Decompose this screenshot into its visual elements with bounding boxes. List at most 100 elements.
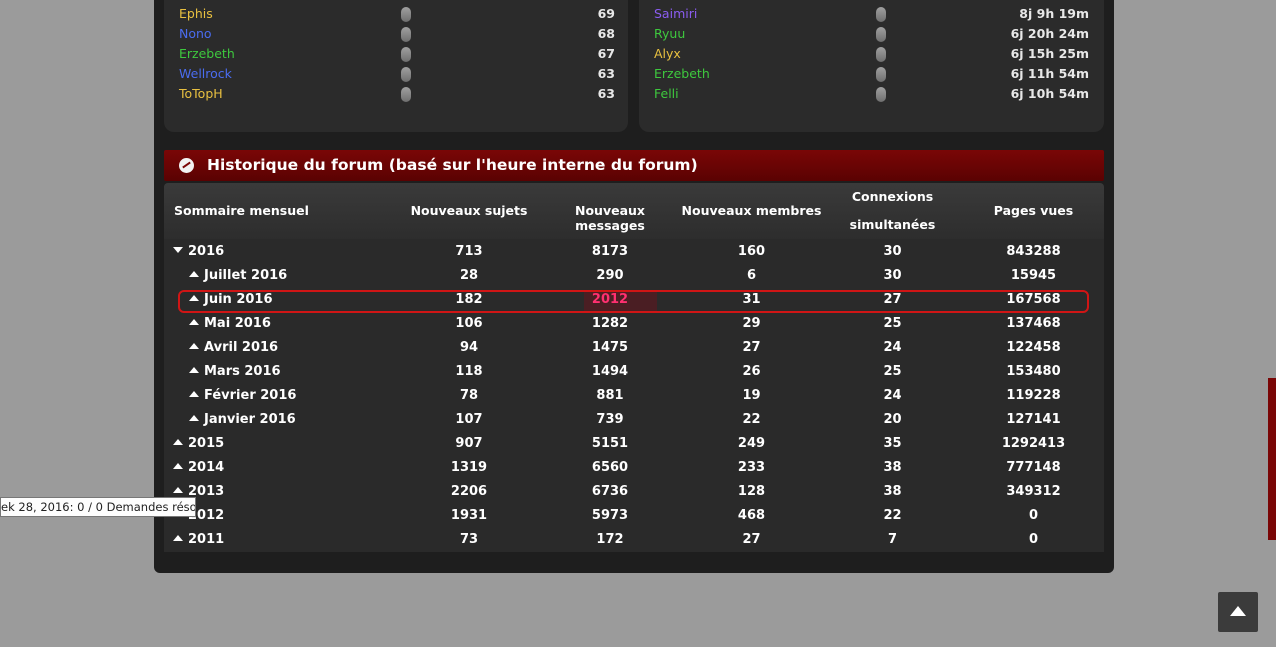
cell-messages: 172: [596, 532, 624, 547]
cell-messages: 1494: [591, 364, 629, 379]
username-link[interactable]: ToTopH: [179, 84, 223, 104]
table-row[interactable]: 2013 2206 6736 128 38 349312: [164, 480, 1104, 504]
period-toggle[interactable]: Juin 2016: [189, 288, 273, 312]
top-poster-row: Nono 68: [164, 24, 615, 44]
cell-pages: 167568: [1006, 292, 1061, 307]
period-toggle[interactable]: Juillet 2016: [189, 264, 287, 288]
header-pages: Pages vues: [993, 203, 1074, 218]
username-link[interactable]: Wellrock: [179, 64, 232, 84]
caret-up-icon: [173, 534, 183, 541]
caret-up-icon: [173, 486, 183, 493]
period-label: Avril 2016: [204, 340, 279, 355]
table-row[interactable]: Mai 2016 106 1282 29 25 137468: [164, 312, 1104, 336]
caret-down-icon: [173, 246, 183, 253]
cell-members: 6: [746, 268, 757, 283]
username-link[interactable]: Ryuu: [654, 24, 685, 44]
header-topics: Nouveaux sujets: [410, 203, 528, 218]
section-header: Historique du forum (basé sur l'heure in…: [164, 150, 1104, 181]
period-toggle[interactable]: Mai 2016: [189, 312, 271, 336]
table-row[interactable]: Février 2016 78 881 19 24 119228: [164, 384, 1104, 408]
cell-pages: 137468: [1006, 316, 1061, 331]
table-row[interactable]: Mars 2016 118 1494 26 25 153480: [164, 360, 1104, 384]
cell-topics: 28: [459, 268, 479, 283]
table-header: Sommaire mensuel Nouveaux sujets Nouveau…: [164, 183, 1104, 239]
username-link[interactable]: Felli: [654, 84, 679, 104]
cell-pages: 0: [1028, 532, 1039, 547]
stat-value: 67: [597, 46, 615, 61]
cell-connections: 25: [883, 364, 902, 379]
username-link[interactable]: Nono: [179, 24, 212, 44]
cell-members: 22: [742, 412, 761, 427]
table-row[interactable]: 2016 713 8173 160 30 843288: [164, 240, 1104, 264]
cell-topics: 78: [459, 388, 479, 403]
top-posters-panel: Ephis 69 Nono 68 Erzebeth 67 Wellrock 63 ToTopH 6…: [164, 0, 628, 132]
period-label: 2011: [188, 532, 225, 547]
period-toggle[interactable]: Février 2016: [189, 384, 296, 408]
period-label: Mai 2016: [204, 316, 271, 331]
table-row[interactable]: Juin 2016 182 2012 31 27 167568: [164, 288, 1104, 312]
cell-pages: 153480: [1006, 364, 1061, 379]
cell-pages: 777148: [1006, 460, 1061, 475]
table-row[interactable]: Juillet 2016 28 290 6 30 15945: [164, 264, 1104, 288]
table-row[interactable]: Avril 2016 94 1475 27 24 122458: [164, 336, 1104, 360]
cell-topics: 182: [455, 292, 483, 307]
cell-connections: 22: [883, 508, 902, 523]
caret-up-icon: [173, 438, 183, 445]
caret-up-icon: [173, 462, 183, 469]
cell-connections: 38: [883, 460, 902, 475]
cell-members: 27: [742, 532, 761, 547]
table-row[interactable]: 2014 1319 6560 233 38 777148: [164, 456, 1104, 480]
tooltip: ek 28, 2016: 0 / 0 Demandes résolues.: [0, 497, 196, 517]
username-link[interactable]: Saimiri: [654, 4, 697, 24]
stat-value: 6j 11h 54m: [1010, 66, 1089, 81]
caret-up-icon: [189, 342, 199, 349]
cell-topics: 907: [455, 436, 483, 451]
period-toggle[interactable]: 2011: [173, 528, 224, 552]
period-toggle[interactable]: Janvier 2016: [189, 408, 296, 432]
period-toggle[interactable]: 2014: [173, 456, 224, 480]
period-label: Juin 2016: [204, 292, 273, 307]
top-online-row: Felli 6j 10h 54m: [639, 84, 1089, 104]
period-toggle[interactable]: Avril 2016: [189, 336, 278, 360]
side-accent: [1268, 378, 1276, 540]
table-row[interactable]: Janvier 2016 107 739 22 20 127141: [164, 408, 1104, 432]
cell-members: 160: [737, 244, 766, 259]
username-link[interactable]: Erzebeth: [654, 64, 710, 84]
tooltip-text: ek 28, 2016: 0 / 0 Demandes résolues.: [1, 500, 196, 514]
cell-topics: 107: [455, 412, 483, 427]
username-link[interactable]: Alyx: [654, 44, 681, 64]
stat-value: 69: [597, 6, 615, 21]
progress-bar: [401, 7, 411, 22]
table-row[interactable]: 2015 907 5151 249 35 1292413: [164, 432, 1104, 456]
period-toggle[interactable]: 2015: [173, 432, 224, 456]
cell-messages: 1475: [591, 340, 629, 355]
cell-pages: 1292413: [1001, 436, 1066, 451]
cell-topics: 118: [455, 364, 483, 379]
stat-value: 8j 9h 19m: [1019, 6, 1089, 21]
table-row[interactable]: 2012 1931 5973 468 22 0: [164, 504, 1104, 528]
caret-up-icon: [189, 270, 199, 277]
period-label: Juillet 2016: [204, 268, 288, 283]
progress-bar: [401, 67, 411, 82]
cell-connections: 24: [883, 388, 902, 403]
username-link[interactable]: Erzebeth: [179, 44, 235, 64]
stat-value: 63: [597, 86, 615, 101]
caret-up-icon: [189, 390, 199, 397]
stat-value: 68: [597, 26, 615, 41]
cell-pages: 119228: [1006, 388, 1061, 403]
table-row[interactable]: 2011 73 172 27 7 0: [164, 528, 1104, 552]
cell-messages: 6736: [591, 484, 629, 499]
header-connections-line1: Connexions: [851, 189, 934, 204]
period-toggle[interactable]: 2016: [173, 240, 224, 264]
cell-messages: 2012: [591, 292, 629, 307]
scroll-to-top-button[interactable]: [1218, 592, 1258, 632]
cell-members: 468: [737, 508, 766, 523]
header-messages: Nouveaux messages: [575, 203, 645, 233]
username-link[interactable]: Ephis: [179, 4, 213, 24]
top-poster-row: Ephis 69: [164, 4, 615, 24]
progress-bar: [401, 87, 411, 102]
caret-up-icon: [189, 414, 199, 421]
cell-connections: 30: [883, 244, 902, 259]
period-toggle[interactable]: Mars 2016: [189, 360, 281, 384]
caret-up-icon: [189, 366, 199, 373]
